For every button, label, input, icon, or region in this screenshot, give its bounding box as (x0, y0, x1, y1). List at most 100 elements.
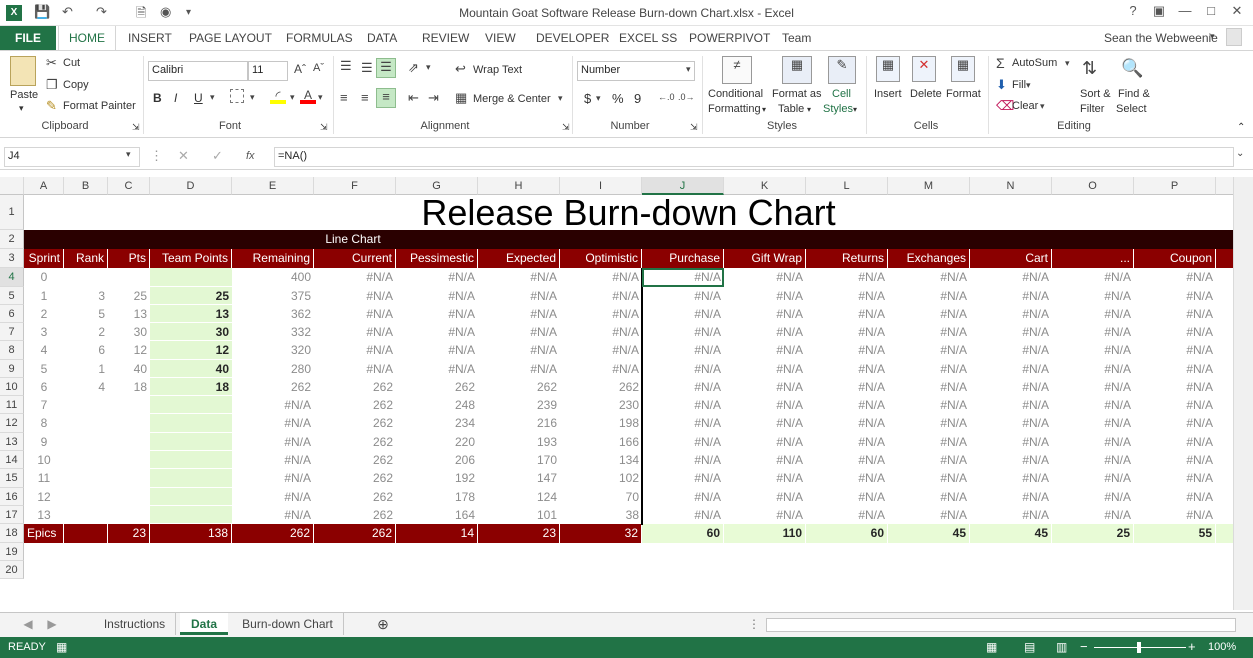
table-cell[interactable]: 193 (478, 433, 560, 451)
cell-styles-button[interactable]: Styles (823, 103, 853, 115)
table-cell[interactable]: #N/A (478, 287, 560, 305)
table-cell[interactable]: #N/A (232, 451, 314, 469)
table-cell[interactable] (150, 506, 232, 524)
totals-cell[interactable] (1216, 524, 1233, 543)
table-cell[interactable]: #N/A (970, 414, 1052, 433)
normal-view-icon[interactable]: ▦ (986, 640, 997, 654)
row-header[interactable]: 2 (0, 230, 24, 249)
table-cell[interactable]: 13 (150, 305, 232, 323)
table-cell[interactable]: #N/A (724, 323, 806, 341)
table-cell[interactable]: #N/A (232, 396, 314, 414)
table-cell[interactable]: #N/A (724, 396, 806, 414)
table-cell[interactable]: 262 (314, 469, 396, 488)
row-header[interactable]: 9 (0, 360, 24, 378)
table-cell[interactable]: 262 (478, 378, 560, 396)
table-cell[interactable]: #N/A (232, 506, 314, 524)
totals-cell[interactable]: 55 (1134, 524, 1216, 543)
table-cell[interactable]: #N/A (724, 451, 806, 469)
table-cell[interactable]: #N/A (888, 268, 970, 287)
table-cell[interactable]: #N/A (642, 433, 724, 451)
clear-button[interactable]: Clear (1012, 100, 1038, 112)
table-cell[interactable]: #N/A (970, 396, 1052, 414)
paste-icon[interactable] (10, 56, 36, 86)
totals-cell[interactable]: 60 (642, 524, 724, 543)
table-cell[interactable]: #N/A (1052, 506, 1134, 524)
table-cell[interactable]: #N/A (806, 396, 888, 414)
table-cell[interactable]: 320 (232, 341, 314, 360)
comma-button[interactable]: 9 (634, 91, 641, 106)
totals-cell[interactable]: 60 (806, 524, 888, 543)
table-cell[interactable]: 30 (108, 323, 150, 341)
tab-data[interactable]: DATA (367, 31, 397, 45)
table-cell[interactable]: 13 (108, 305, 150, 323)
table-cell[interactable]: 13 (24, 506, 64, 524)
totals-cell[interactable]: 262 (232, 524, 314, 543)
decrease-font-icon[interactable]: Aˇ (313, 62, 324, 74)
scroll-tabs-left-icon[interactable]: ◀ (20, 613, 36, 635)
totals-cell[interactable]: 23 (478, 524, 560, 543)
table-cell[interactable]: #N/A (1134, 506, 1216, 524)
table-cell[interactable]: #N/A (888, 433, 970, 451)
table-cell[interactable]: 400 (232, 268, 314, 287)
table-cell[interactable]: #N/A (232, 414, 314, 433)
table-cell[interactable]: #N/A (806, 414, 888, 433)
table-cell[interactable]: #N/A (806, 488, 888, 506)
table-cell[interactable]: #N/A (1052, 341, 1134, 360)
table-cell[interactable]: #N/A (560, 305, 642, 323)
ribbon-display-icon[interactable]: ▣ (1148, 3, 1170, 21)
conditional-formatting-button[interactable]: Formatting (708, 103, 761, 115)
zoom-slider-thumb[interactable] (1137, 642, 1141, 653)
table-cell[interactable]: #N/A (478, 323, 560, 341)
row-header[interactable]: 20 (0, 561, 24, 579)
table-cell[interactable]: 5 (64, 305, 108, 323)
table-cell[interactable]: #N/A (478, 305, 560, 323)
table-cell[interactable]: #N/A (396, 268, 478, 287)
table-cell[interactable]: #N/A (970, 360, 1052, 378)
tab-split-icon[interactable]: ⋮ (748, 613, 760, 635)
row-header[interactable]: 19 (0, 543, 24, 561)
table-cell[interactable] (150, 488, 232, 506)
merge-center-button[interactable]: Merge & Center (473, 93, 551, 105)
table-cell[interactable]: #N/A (724, 268, 806, 287)
table-cell[interactable] (150, 469, 232, 488)
table-cell[interactable]: #N/A (1052, 323, 1134, 341)
row-header[interactable]: 5 (0, 287, 24, 305)
borders-dropdown-icon[interactable]: ▾ (250, 92, 255, 103)
zoom-in-icon[interactable]: + (1188, 639, 1196, 654)
close-icon[interactable]: ✕ (1226, 3, 1248, 21)
table-cell[interactable]: #N/A (1052, 287, 1134, 305)
totals-cell[interactable]: 14 (396, 524, 478, 543)
table-cell[interactable]: 5 (24, 360, 64, 378)
table-cell[interactable]: #N/A (724, 341, 806, 360)
table-cell[interactable]: #N/A (560, 268, 642, 287)
increase-decimal-icon[interactable]: ←.0 (658, 92, 675, 102)
table-cell[interactable]: 280 (232, 360, 314, 378)
insert-function-button[interactable]: fx (246, 150, 255, 162)
table-cell[interactable]: #N/A (642, 414, 724, 433)
format-as-table-button[interactable]: Table (778, 103, 804, 115)
table-cell[interactable]: 262 (314, 451, 396, 469)
table-cell[interactable]: 11 (24, 469, 64, 488)
totals-cell[interactable]: 32 (560, 524, 642, 543)
row-header[interactable]: 3 (0, 249, 24, 268)
table-cell[interactable]: #N/A (806, 451, 888, 469)
table-cell[interactable]: 262 (396, 378, 478, 396)
table-cell[interactable]: #N/A (396, 323, 478, 341)
copy-button[interactable]: Copy (63, 79, 89, 91)
table-cell[interactable]: 12 (24, 488, 64, 506)
table-cell[interactable]: 9 (24, 433, 64, 451)
table-cell[interactable] (150, 396, 232, 414)
table-cell[interactable]: #N/A (888, 378, 970, 396)
align-center-icon[interactable]: ≡ (361, 90, 369, 105)
table-cell[interactable]: #N/A (314, 341, 396, 360)
table-cell[interactable]: 25 (108, 287, 150, 305)
table-cell[interactable]: 0 (24, 268, 64, 287)
table-cell[interactable]: 332 (232, 323, 314, 341)
table-cell[interactable] (108, 506, 150, 524)
table-cell[interactable]: #N/A (560, 287, 642, 305)
table-cell[interactable]: #N/A (232, 488, 314, 506)
delete-button[interactable]: Delete (910, 88, 942, 100)
column-header[interactable]: P (1134, 177, 1216, 195)
table-cell[interactable] (150, 268, 232, 287)
table-cell[interactable]: #N/A (1134, 414, 1216, 433)
